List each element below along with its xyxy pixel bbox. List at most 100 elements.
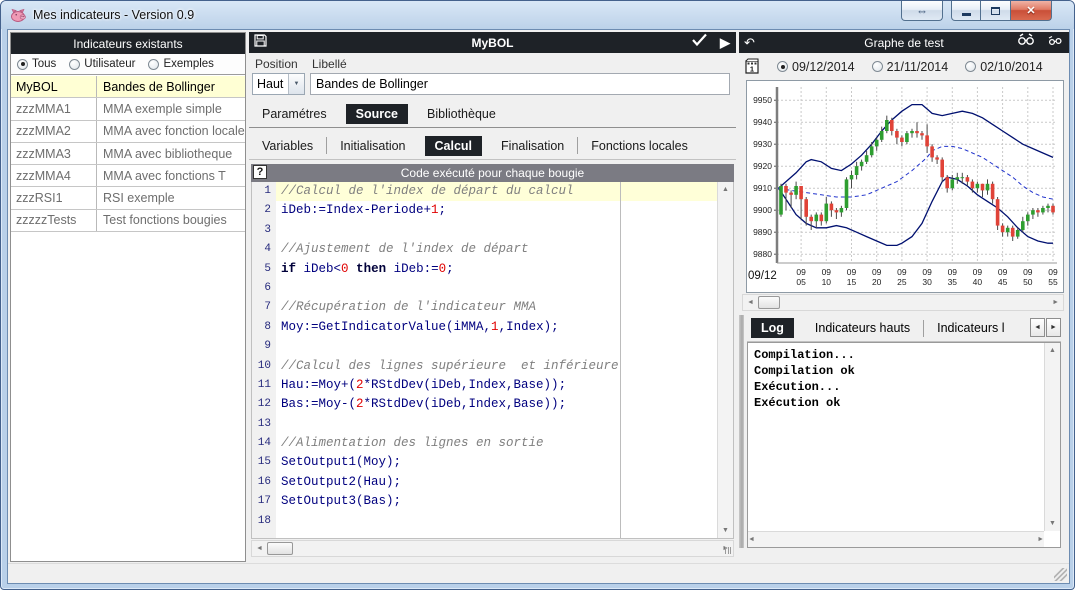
calendar-icon[interactable]: 1 bbox=[744, 58, 760, 75]
position-dropdown[interactable]: Haut ▼ bbox=[252, 73, 305, 95]
tab-variables[interactable]: Variables bbox=[249, 135, 326, 157]
play-icon[interactable]: ▶ bbox=[720, 34, 730, 52]
undo-icon[interactable]: ↶ bbox=[744, 34, 755, 52]
code-text: iDeb:=Index-Periode+1; bbox=[276, 201, 733, 220]
filter-radio-2[interactable]: Exemples bbox=[148, 58, 214, 70]
code-line-15[interactable]: 15SetOutput1(Moy); bbox=[252, 453, 733, 472]
editor-vertical-scrollbar[interactable]: ▲ ▼ bbox=[717, 182, 733, 538]
code-text: Bas:=Moy-(2*RStdDev(iDeb,Index,Base)); bbox=[276, 395, 733, 414]
tab-initialisation[interactable]: Initialisation bbox=[327, 135, 418, 157]
tab-calcul[interactable]: Calcul bbox=[425, 136, 483, 156]
code-text: //Ajustement de l'index de départ bbox=[276, 240, 733, 259]
code-line-1[interactable]: 1//Calcul de l'index de départ du calcul bbox=[252, 182, 733, 201]
app-window: Mes indicateurs - Version 0.9 ⇔ ✕ Indica… bbox=[0, 0, 1075, 590]
indicator-description: MMA avec fonction locale bbox=[97, 124, 245, 138]
code-text bbox=[276, 337, 733, 356]
code-line-10[interactable]: 10//Calcul des lignes supérieure et infé… bbox=[252, 357, 733, 376]
title-bar[interactable]: Mes indicateurs - Version 0.9 ⇔ ✕ bbox=[1, 1, 1074, 29]
code-line-14[interactable]: 14//Alimentation des lignes en sortie bbox=[252, 434, 733, 453]
scroll-up-icon[interactable]: ▲ bbox=[722, 182, 729, 197]
log-horizontal-scrollbar[interactable]: ◄ ► bbox=[748, 531, 1044, 547]
code-line-7[interactable]: 7//Récupération de l'indicateur MMA bbox=[252, 298, 733, 317]
chevron-down-icon[interactable]: ▼ bbox=[288, 74, 304, 94]
scroll-down-icon[interactable]: ▼ bbox=[722, 523, 729, 538]
code-line-17[interactable]: 17SetOutput3(Bas); bbox=[252, 492, 733, 511]
line-number: 11 bbox=[252, 376, 276, 395]
line-number: 13 bbox=[252, 415, 276, 434]
editor-horizontal-scrollbar[interactable]: ◄ ► bbox=[251, 540, 734, 557]
code-line-8[interactable]: 8Moy:=GetIndicatorValue(iMMA,1,Index); bbox=[252, 318, 733, 337]
scroll-left-icon[interactable]: ◄ bbox=[748, 532, 755, 547]
tab-finalisation[interactable]: Finalisation bbox=[488, 135, 577, 157]
indicator-row-zzzRSI1[interactable]: zzzRSI1RSI exemple bbox=[11, 187, 245, 209]
filter-radio-label-1: Utilisateur bbox=[84, 58, 135, 70]
indicator-row-zzzMMA4[interactable]: zzzMMA4MMA avec fonctions T bbox=[11, 165, 245, 187]
svg-text:20: 20 bbox=[872, 277, 882, 287]
app-icon-pig bbox=[10, 8, 27, 23]
code-line-13[interactable]: 13 bbox=[252, 415, 733, 434]
tabs-scroll-right-button[interactable]: ► bbox=[1046, 318, 1061, 337]
indicator-row-zzzMMA3[interactable]: zzzMMA3MMA avec bibliotheque bbox=[11, 143, 245, 165]
indicator-row-zzzzzTests[interactable]: zzzzzTestsTest fonctions bougies bbox=[11, 210, 245, 232]
line-number: 8 bbox=[252, 318, 276, 337]
scroll-down-icon[interactable]: ▼ bbox=[1049, 516, 1056, 531]
glasses-icon[interactable] bbox=[1017, 33, 1035, 51]
code-text: SetOutput2(Hau); bbox=[276, 473, 733, 492]
indicator-description: Test fonctions bougies bbox=[97, 213, 245, 227]
code-line-6[interactable]: 6 bbox=[252, 279, 733, 298]
tab-fonctions-locales[interactable]: Fonctions locales bbox=[578, 135, 701, 157]
chart-hscroll-thumb[interactable] bbox=[758, 296, 780, 309]
code-line-9[interactable]: 9 bbox=[252, 337, 733, 356]
tabs-scroll-left-button[interactable]: ◄ bbox=[1030, 318, 1045, 337]
log-tab-log[interactable]: Log bbox=[751, 318, 794, 338]
indicator-row-MyBOL[interactable]: MyBOLBandes de Bollinger bbox=[11, 76, 245, 98]
filter-radio-0[interactable]: Tous bbox=[17, 58, 56, 70]
scroll-left-icon[interactable]: ◄ bbox=[252, 545, 267, 552]
log-line: Compilation... bbox=[754, 347, 1038, 363]
code-line-16[interactable]: 16SetOutput2(Hau); bbox=[252, 473, 733, 492]
date-radio-1[interactable]: 21/11/2014 bbox=[872, 60, 949, 74]
code-line-18[interactable]: 18 bbox=[252, 512, 733, 531]
check-icon[interactable] bbox=[691, 33, 708, 52]
code-line-11[interactable]: 11Hau:=Moy+(2*RStdDev(iDeb,Index,Base)); bbox=[252, 376, 733, 395]
code-line-4[interactable]: 4//Ajustement de l'index de départ bbox=[252, 240, 733, 259]
help-icon[interactable]: ? bbox=[253, 165, 267, 179]
close-button[interactable]: ✕ bbox=[1010, 1, 1052, 21]
line-number: 3 bbox=[252, 221, 276, 240]
code-text: SetOutput3(Bas); bbox=[276, 492, 733, 511]
libelle-input[interactable] bbox=[310, 73, 730, 95]
indicator-row-zzzMMA1[interactable]: zzzMMA1MMA exemple simple bbox=[11, 98, 245, 120]
log-splitter-handle[interactable] bbox=[739, 315, 744, 548]
scroll-left-icon[interactable]: ◄ bbox=[743, 299, 758, 306]
code-line-12[interactable]: 12Bas:=Moy-(2*RStdDev(iDeb,Index,Base)); bbox=[252, 395, 733, 414]
maximize-button[interactable] bbox=[981, 1, 1010, 21]
editor-hscroll-thumb[interactable] bbox=[267, 542, 293, 555]
log-tab-indicateurs-hauts[interactable]: Indicateurs hauts bbox=[802, 317, 923, 339]
resize-grip[interactable] bbox=[1054, 568, 1067, 581]
tab-biblioth-que[interactable]: Bibliothèque bbox=[414, 103, 509, 125]
log-line: Exécution ok bbox=[754, 395, 1038, 411]
scroll-right-icon[interactable]: ► bbox=[1048, 299, 1063, 306]
scroll-right-icon[interactable]: ► bbox=[1037, 532, 1044, 547]
scroll-up-icon[interactable]: ▲ bbox=[1049, 343, 1056, 358]
indicator-row-zzzMMA2[interactable]: zzzMMA2MMA avec fonction locale bbox=[11, 121, 245, 143]
code-editor[interactable]: 1//Calcul de l'index de départ du calcul… bbox=[251, 182, 734, 539]
swap-arrows-button[interactable]: ⇔ bbox=[901, 1, 943, 21]
save-icon[interactable] bbox=[254, 34, 267, 52]
code-line-3[interactable]: 3 bbox=[252, 221, 733, 240]
log-vertical-scrollbar[interactable]: ▲ ▼ bbox=[1044, 343, 1060, 531]
filter-radio-1[interactable]: Utilisateur bbox=[69, 58, 135, 70]
log-output: Compilation...Compilation okExécution...… bbox=[747, 342, 1061, 548]
log-tab-indicateurs-l[interactable]: Indicateurs l bbox=[924, 317, 1017, 339]
minimize-button[interactable] bbox=[951, 1, 981, 21]
tab-source[interactable]: Source bbox=[346, 104, 408, 124]
tab-param-tres[interactable]: Paramétres bbox=[249, 103, 340, 125]
code-text bbox=[276, 221, 733, 240]
binoculars-icon[interactable] bbox=[1047, 33, 1063, 51]
chart-horizontal-scrollbar[interactable]: ◄ ► bbox=[742, 294, 1064, 311]
code-line-2[interactable]: 2iDeb:=Index-Periode+1; bbox=[252, 201, 733, 220]
date-radio-0[interactable]: 09/12/2014 bbox=[777, 60, 855, 74]
code-line-5[interactable]: 5if iDeb<0 then iDeb:=0; bbox=[252, 260, 733, 279]
date-radio-2[interactable]: 02/10/2014 bbox=[965, 60, 1043, 74]
line-number: 16 bbox=[252, 473, 276, 492]
